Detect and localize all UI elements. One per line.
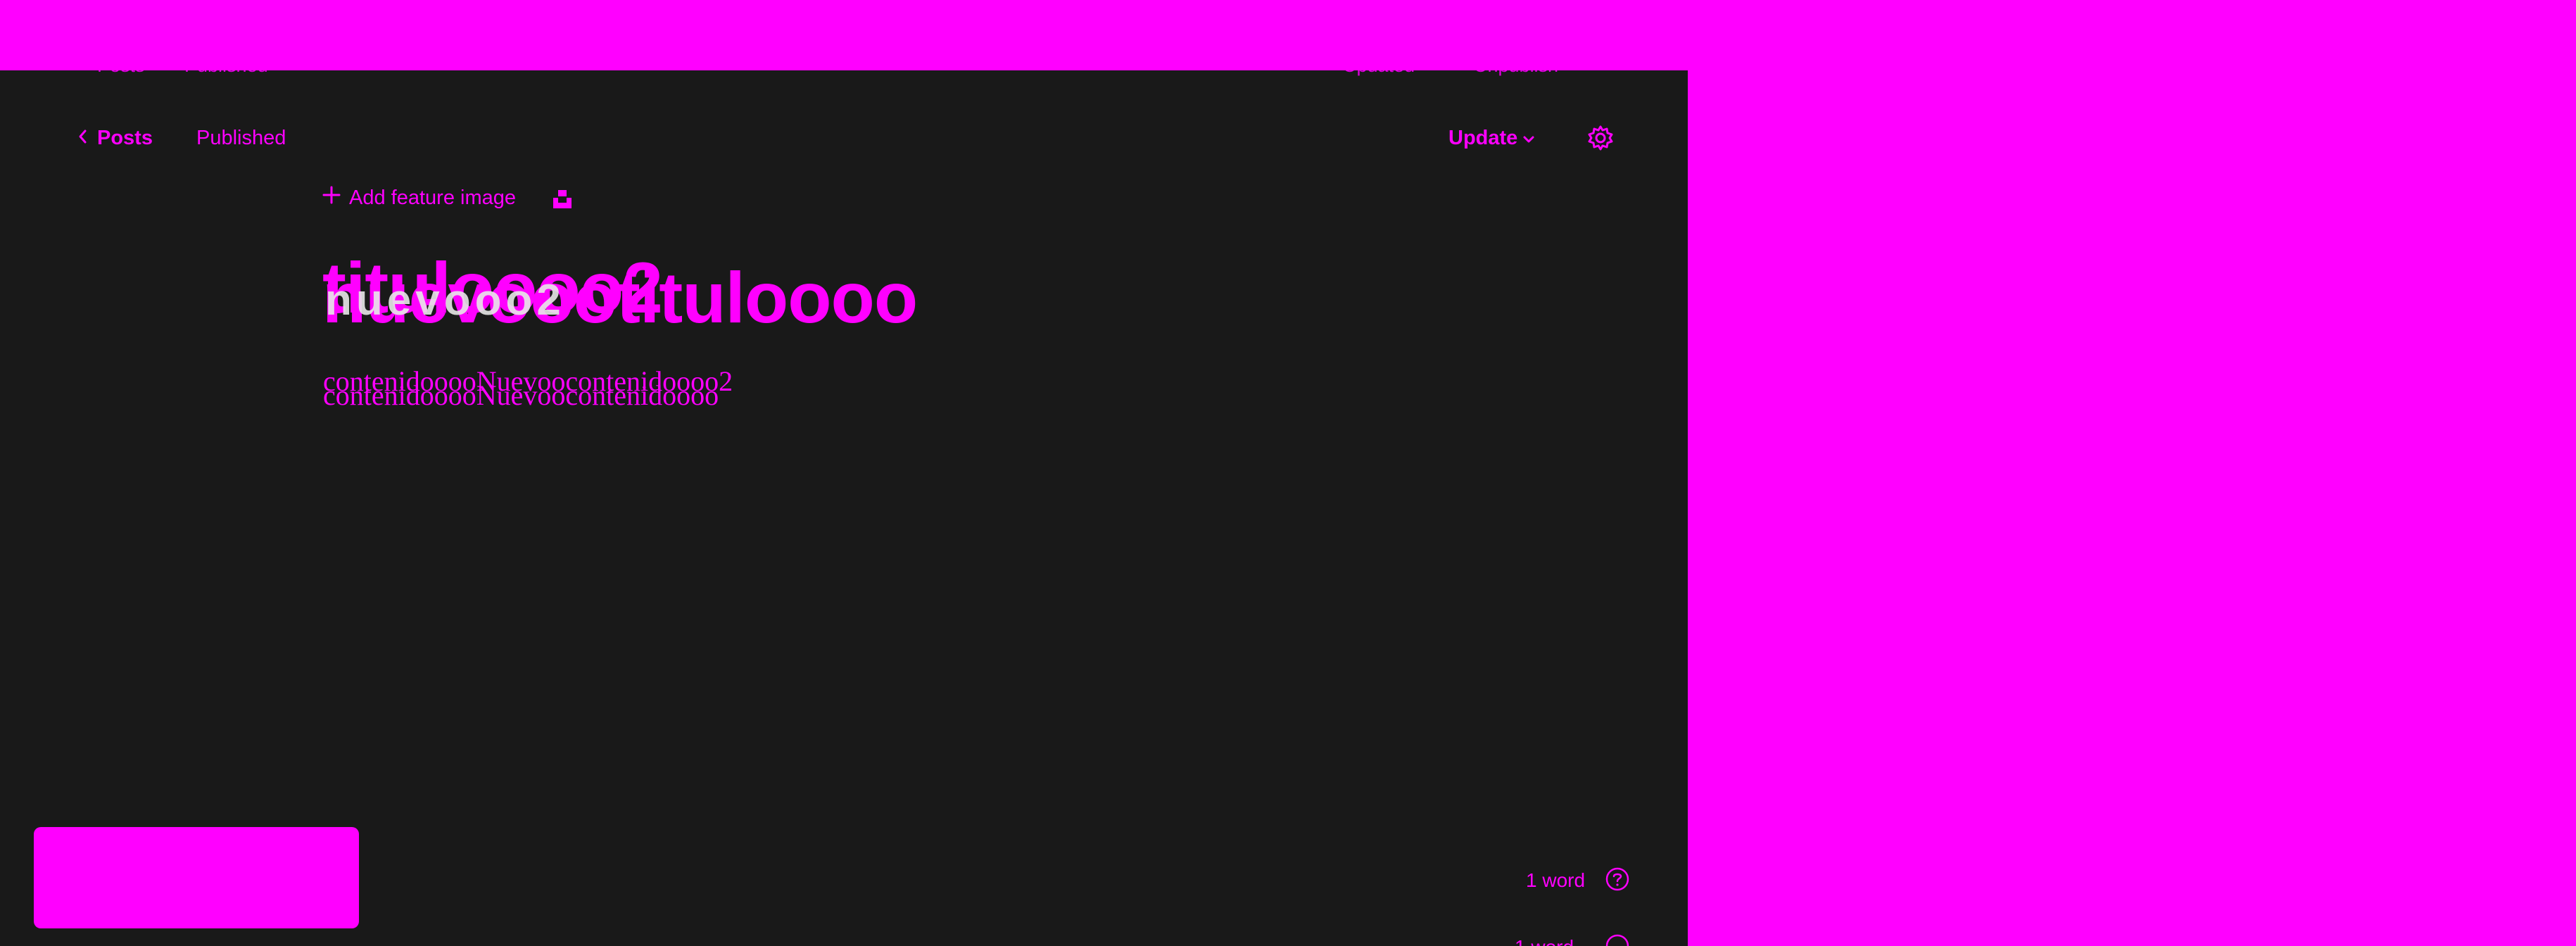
post-status-label: Published <box>196 127 286 149</box>
update-label: Update <box>1448 127 1518 149</box>
question-circle-icon-ghost <box>1605 933 1630 946</box>
editor-header: Posts Published Update <box>0 113 1688 163</box>
unsplash-icon[interactable] <box>552 189 573 213</box>
word-count-ghost: 1 word <box>1515 936 1574 946</box>
question-circle-icon[interactable] <box>1605 866 1630 895</box>
add-feature-image-label: Add feature image <box>349 186 516 209</box>
posts-label: Posts <box>97 127 153 149</box>
plus-icon <box>322 186 341 210</box>
chevron-down-icon <box>1522 127 1536 150</box>
update-button[interactable]: Update <box>1448 127 1536 150</box>
add-feature-image-button[interactable]: Add feature image <box>322 186 516 210</box>
word-count: 1 word <box>1526 869 1586 891</box>
editor-window: ‹ Posts Published Updated Unpublish Post… <box>0 0 1688 946</box>
back-to-posts-link[interactable]: Posts <box>77 127 153 150</box>
post-content-line-ghost: contenidooooNuevoocontenidoooo <box>323 379 719 411</box>
chevron-left-icon <box>77 127 87 150</box>
settings-gear-icon[interactable] <box>1586 124 1615 158</box>
post-title-ghost: nuevooo2 <box>325 276 565 324</box>
top-overlay-band <box>0 0 2576 70</box>
notification-toast <box>34 827 359 928</box>
